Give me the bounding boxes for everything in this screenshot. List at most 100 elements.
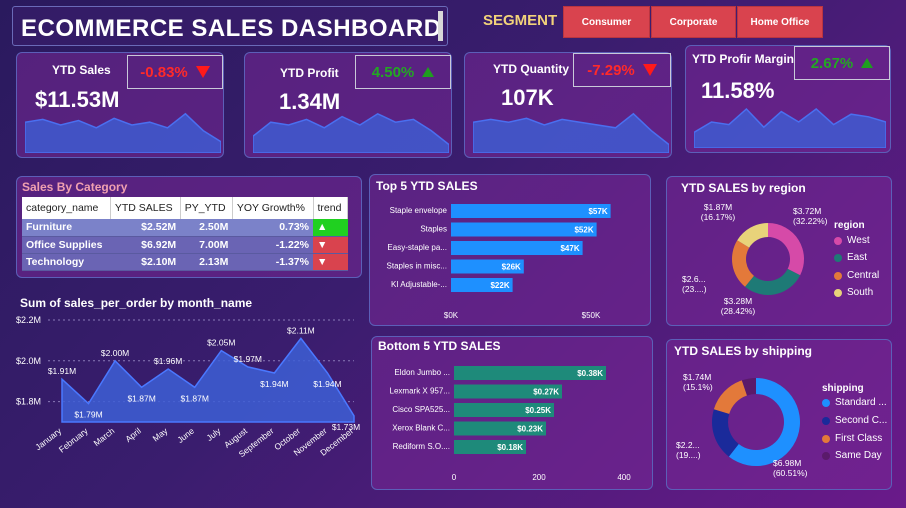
- x-tick-label: June: [175, 426, 196, 445]
- legend-item-central[interactable]: Central: [834, 270, 879, 281]
- data-label: $2.00M: [101, 348, 129, 358]
- y-tick-label: $1.8M: [16, 397, 41, 407]
- kpi-card-ytd-profit: YTD Profit 1.34M 4.50%: [244, 52, 452, 158]
- segment-label: SEGMENT: [483, 12, 558, 29]
- segment-button-home-office[interactable]: Home Office: [737, 6, 823, 38]
- segment-button-consumer[interactable]: Consumer: [563, 6, 650, 38]
- legend-dot: [822, 416, 830, 425]
- table-row: Technology $2.10M 2.13M -1.37% ▼: [22, 253, 348, 271]
- kpi-card-ytd-quantity: YTD Quantity 107K -7.29%: [464, 52, 672, 158]
- legend-dot: [822, 398, 830, 407]
- top5-bar-chart: Staple envelope $57K Staples $52K Easy-stapl…: [387, 204, 611, 320]
- kpi-card-ytd-profit-margin: YTD Profir Margin 11.58% 2.67%: [685, 45, 891, 153]
- region-legend-title: region: [834, 220, 865, 231]
- shipping-legend-title: shipping: [822, 383, 864, 394]
- legend-dot: [834, 288, 842, 297]
- data-label: $1.94M: [313, 379, 341, 389]
- py-ytd-cell: 2.13M: [180, 253, 233, 271]
- kpi-change-value: 2.67%: [810, 54, 854, 72]
- legend-dot: [834, 253, 842, 262]
- column-header[interactable]: category_name: [22, 197, 111, 219]
- bar-category-label: KI Adjustable-...: [391, 280, 447, 289]
- legend-item-east[interactable]: East: [834, 252, 867, 263]
- trend-down-icon: ▼: [317, 255, 328, 268]
- bar-value-label: $0.25K: [525, 406, 551, 415]
- legend-item-west[interactable]: West: [834, 235, 870, 246]
- sparkline-area: [694, 107, 886, 148]
- data-label: $1.96M: [154, 356, 182, 366]
- bar-category-label: Lexmark X 957...: [390, 387, 450, 396]
- bar-value-label: $0.38K: [577, 369, 603, 378]
- bar-category-label: Xerox Blank C...: [392, 424, 450, 433]
- trend-up-icon: ▲: [317, 221, 328, 234]
- trend-down-icon: [195, 66, 210, 78]
- title-accent-bar: [438, 11, 443, 41]
- donut-slice[interactable]: [745, 268, 801, 295]
- slice-percent-label: (60.51%): [773, 468, 808, 478]
- trend-cell: ▲: [313, 219, 348, 237]
- column-header[interactable]: YOY Growth%: [232, 197, 314, 219]
- legend-label: West: [847, 235, 870, 246]
- category-table-title: Sales By Category: [22, 180, 128, 194]
- x-tick-label: May: [151, 425, 170, 443]
- legend-label: First Class: [835, 433, 883, 444]
- kpi-change-value: -7.29%: [587, 61, 635, 79]
- x-tick-label: 200: [532, 473, 546, 482]
- x-tick-label: July: [204, 425, 223, 443]
- column-header[interactable]: PY_YTD: [180, 197, 233, 219]
- legend-label: South: [847, 287, 874, 298]
- bar-value-label: $26K: [502, 263, 521, 272]
- x-tick-label: March: [92, 426, 117, 449]
- x-tick-label: February: [57, 425, 91, 454]
- donut-slice[interactable]: [732, 240, 754, 287]
- bar-value-label: $22K: [490, 281, 509, 290]
- bar-value-label: $0.27K: [533, 388, 559, 397]
- slice-value-label: $1.87M: [704, 202, 732, 212]
- donut-slice[interactable]: [713, 380, 747, 414]
- yoy-cell: -1.22%: [232, 236, 313, 254]
- legend-item-south[interactable]: South: [834, 287, 873, 298]
- y-tick-label: $2.2M: [16, 315, 41, 325]
- kpi-card-ytd-sales: YTD Sales $11.53M -0.83%: [16, 52, 224, 158]
- ytd-sales-cell: $2.10M: [110, 253, 181, 271]
- sparkline-area: [253, 112, 449, 153]
- kpi-label: YTD Sales: [52, 63, 111, 77]
- kpi-change-value: -0.83%: [140, 63, 188, 81]
- monthly-chart-title: Sum of sales_per_order by month_name: [20, 296, 253, 310]
- bar-category-label: Easy-staple pa...: [387, 243, 447, 252]
- x-tick-label: April: [123, 426, 143, 444]
- trend-up-icon: [422, 67, 435, 77]
- slice-value-label: $2.6...: [682, 274, 706, 284]
- category-cell: Office Supplies: [22, 236, 111, 254]
- slice-percent-label: (15.1%): [683, 382, 713, 392]
- kpi-sparkline: [25, 112, 221, 153]
- kpi-label: YTD Profir Margin: [692, 52, 795, 66]
- legend-item-second-class[interactable]: Second C...: [822, 415, 887, 426]
- bottom5-bar-chart: Eldon Jumbo ... $0.38K Lexmark X 957... $0.…: [390, 366, 631, 482]
- bar-category-label: Staples: [420, 225, 447, 234]
- sparkline-area: [25, 112, 221, 153]
- category-table: category_name YTD SALES PY_YTD YOY Growt…: [22, 197, 348, 271]
- legend-dot: [834, 271, 842, 280]
- data-label: $1.91M: [48, 366, 76, 376]
- top5-title: Top 5 YTD SALES: [376, 179, 478, 193]
- segment-button-corporate[interactable]: Corporate: [651, 6, 736, 38]
- slice-value-label: $1.74M: [683, 372, 711, 382]
- data-label: $2.05M: [207, 338, 235, 348]
- trend-down-icon: [642, 64, 657, 76]
- legend-item-first-class[interactable]: First Class: [822, 433, 882, 444]
- donut-slice[interactable]: [768, 223, 804, 276]
- legend-item-same-day[interactable]: Same Day: [822, 450, 882, 461]
- column-header[interactable]: trend: [313, 197, 348, 219]
- slice-percent-label: (19....): [676, 450, 701, 460]
- kpi-change-badge: 4.50%: [355, 55, 451, 89]
- column-header[interactable]: YTD SALES: [110, 197, 181, 219]
- slice-percent-label: (32.22%): [793, 216, 828, 226]
- ytd-sales-cell: $2.52M: [110, 219, 181, 237]
- legend-item-standard[interactable]: Standard ...: [822, 397, 887, 408]
- bar[interactable]: [451, 204, 611, 218]
- bar-category-label: Staple envelope: [390, 206, 448, 215]
- shipping-donut-chart: $6.98M(60.51%) $2.2...(19....) $1.74M(15.1…: [676, 372, 808, 478]
- legend-label: Standard ...: [835, 397, 887, 408]
- sparkline-area: [473, 112, 669, 153]
